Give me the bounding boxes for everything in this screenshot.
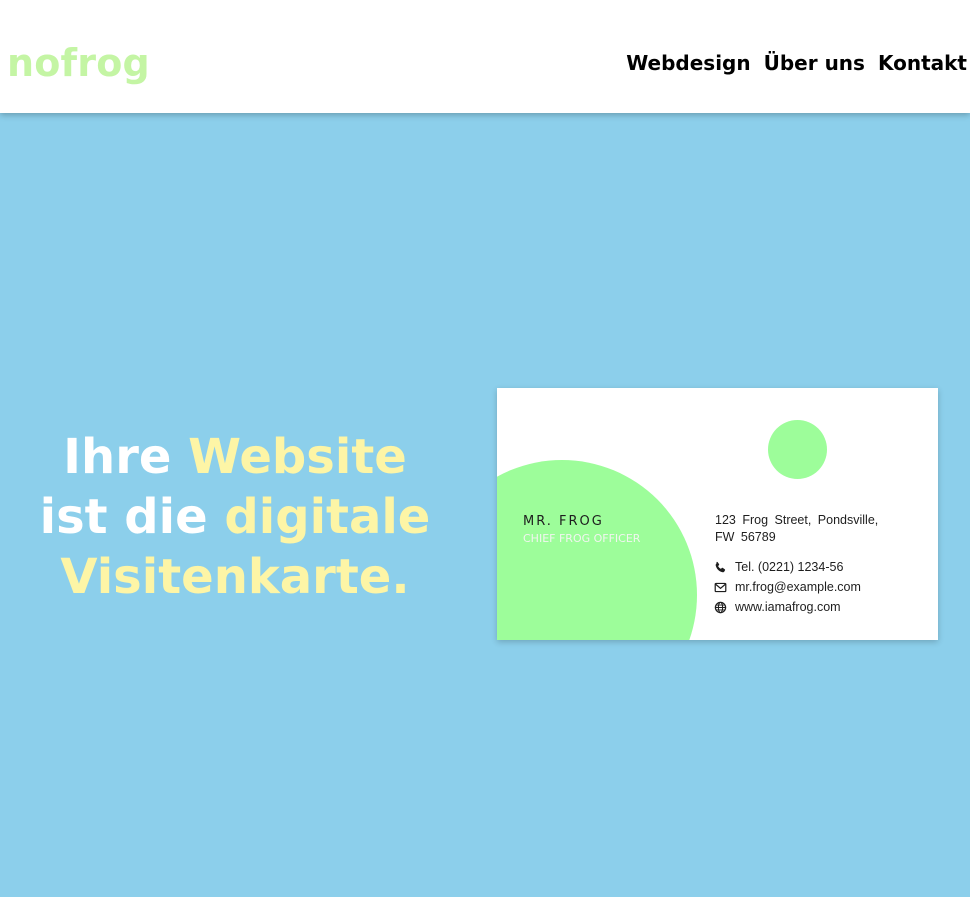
card-website: www.iamafrog.com <box>735 600 841 614</box>
card-email: mr.frog@example.com <box>735 580 861 594</box>
business-card-image: MR. FROG CHIEF FROG OFFICER 123 Frog Str… <box>497 388 938 640</box>
card-name: MR. FROG <box>523 514 604 529</box>
phone-icon <box>714 561 727 574</box>
card-address: 123 Frog Street, Pondsville, FW 56789 <box>715 512 905 546</box>
nav-link-ueber-uns[interactable]: Über uns <box>764 49 865 77</box>
card-green-dot <box>768 420 827 479</box>
card-address-line: 123 Frog Street, Pondsville, <box>715 513 879 527</box>
card-green-blob <box>497 460 697 640</box>
card-role: CHIEF FROG OFFICER <box>523 532 641 545</box>
logo-link[interactable]: nofrog <box>7 40 150 86</box>
headline-highlight: digitale <box>224 489 431 545</box>
card-address-line: FW 56789 <box>715 530 776 544</box>
site-header: nofrog Webdesign Über uns Kontakt <box>0 0 970 113</box>
headline-text: ist die <box>39 489 225 545</box>
headline-highlight: Visitenkarte. <box>60 549 410 605</box>
mail-icon <box>714 581 727 594</box>
hero-headline: Ihre Website ist die digitale Visitenkar… <box>25 427 445 607</box>
card-website-row: www.iamafrog.com <box>714 599 841 615</box>
card-phone: Tel. (0221) 1234-56 <box>735 560 844 574</box>
headline-highlight: Website <box>188 429 407 485</box>
headline-text: Ihre <box>63 429 189 485</box>
card-phone-row: Tel. (0221) 1234-56 <box>714 559 843 575</box>
main-nav: Webdesign Über uns Kontakt <box>626 49 967 77</box>
hero-section: Ihre Website ist die digitale Visitenkar… <box>0 113 970 897</box>
globe-icon <box>714 601 727 614</box>
nav-link-kontakt[interactable]: Kontakt <box>878 49 967 77</box>
card-email-row: mr.frog@example.com <box>714 579 861 595</box>
nav-link-webdesign[interactable]: Webdesign <box>626 49 750 77</box>
